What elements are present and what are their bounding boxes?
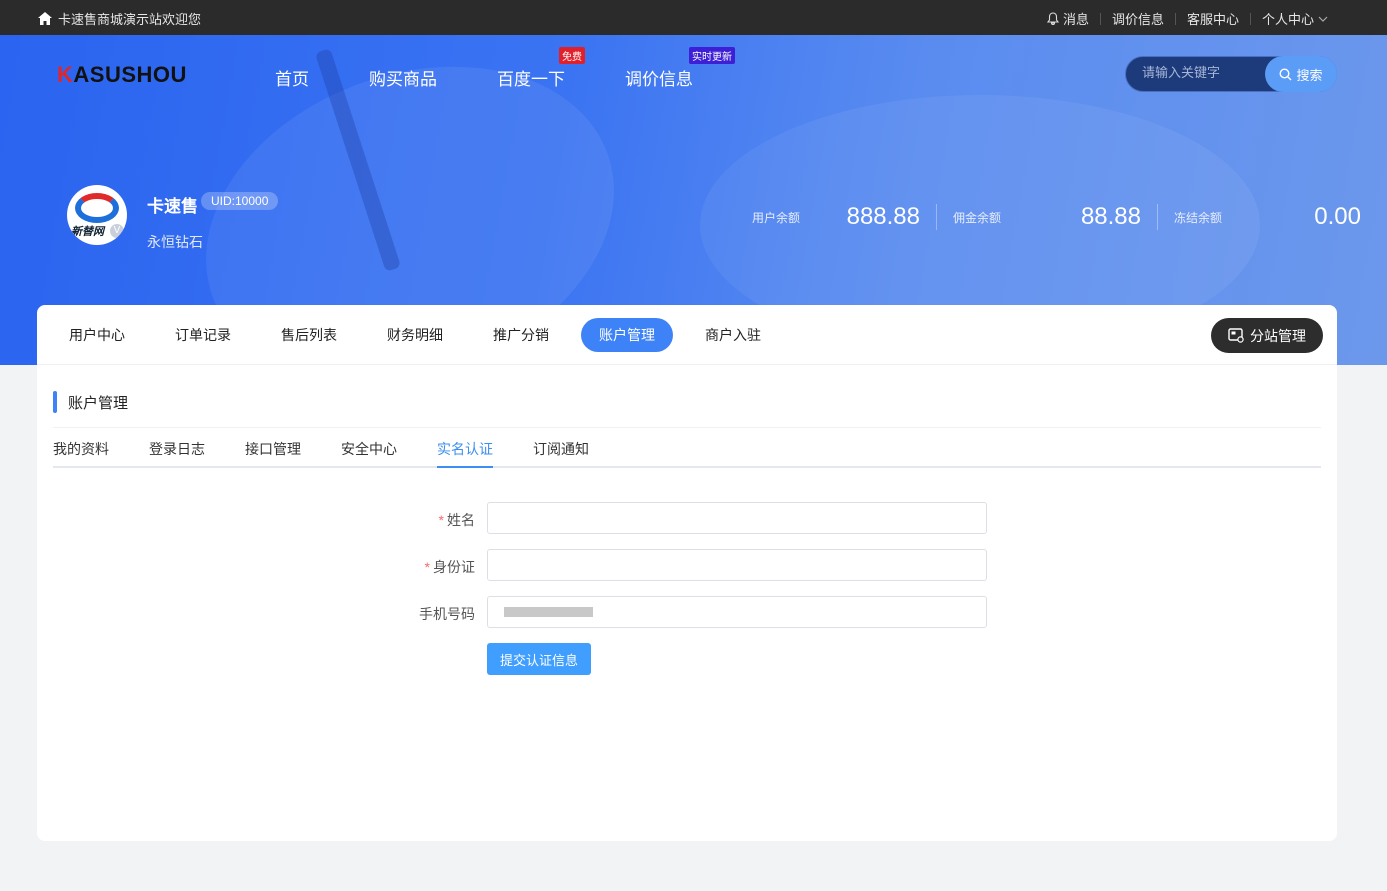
price-info-link[interactable]: 调价信息 [1101,9,1175,28]
subtab-profile[interactable]: 我的资料 [53,439,109,468]
live-update-badge: 实时更新 [689,47,735,64]
avatar[interactable]: 新替网 V [67,185,127,245]
service-center-label: 客服中心 [1186,12,1239,27]
masked-phone-value [504,607,593,617]
substation-button[interactable]: 分站管理 [1211,318,1323,353]
user-balance: 用户余额 888.88 [752,203,953,231]
site-logo[interactable]: KASUSHOU [57,62,187,88]
phone-label-text: 手机号码 [419,606,475,622]
submit-verification-button[interactable]: 提交认证信息 [487,643,591,675]
commission-balance: 佣金余额 88.88 [953,203,1174,231]
nav-price-info[interactable]: 调价信息 实时更新 [625,47,735,90]
divider [53,427,1321,428]
nav-label: 百度一下 [497,70,565,89]
top-links: 消息 调价信息 客服中心 个人中心 [1036,9,1339,28]
subtab-notifications[interactable]: 订阅通知 [533,439,589,468]
nav-home[interactable]: 首页 [275,65,309,90]
id-card-input[interactable] [487,549,987,581]
balance-value: 88.88 [1080,203,1141,230]
tab-promotion[interactable]: 推广分销 [475,318,567,352]
tab-merchant[interactable]: 商户入驻 [687,318,779,352]
subtab-security[interactable]: 安全中心 [341,439,397,468]
substation-label: 分站管理 [1250,327,1306,344]
personal-center-menu[interactable]: 个人中心 [1251,9,1339,28]
nav-label: 调价信息 [625,70,693,89]
balance-summary: 用户余额 888.88 佣金余额 88.88 冻结余额 0.00 [752,203,1361,231]
divider [1157,204,1158,230]
substation-icon [1228,328,1244,343]
name-label-text: 姓名 [447,512,475,528]
logo-text: ASUSHOU [73,62,187,87]
home-icon[interactable] [38,12,52,25]
avatar-text: 新替网 [71,226,104,238]
messages-link[interactable]: 消息 [1036,9,1100,28]
form-row-name: * 姓名 [37,502,1037,534]
nav-baidu[interactable]: 百度一下 免费 [497,47,585,90]
divider [936,204,937,230]
free-badge: 免费 [559,47,585,64]
name-input[interactable] [487,502,987,534]
title-accent-bar [53,391,57,413]
main-card: 用户中心 订单记录 售后列表 财务明细 推广分销 账户管理 商户入驻 分站管理 … [37,305,1337,841]
nav-label: 首页 [275,70,309,89]
section-title: 账户管理 [53,391,128,413]
form-row-id: * 身份证 [37,549,1037,581]
price-info-label: 调价信息 [1111,12,1164,27]
subtab-verification[interactable]: 实名认证 [437,439,493,468]
tab-orders[interactable]: 订单记录 [157,318,249,352]
messages-label: 消息 [1062,12,1089,27]
balance-label: 冻结余额 [1174,210,1223,225]
user-level: 永恒钻石 [147,234,203,250]
welcome-text: 卡速售商城演示站欢迎您 [58,12,202,27]
nav-buy[interactable]: 购买商品 [369,65,437,90]
subtab-api[interactable]: 接口管理 [245,439,301,468]
id-label: * 身份证 [424,559,475,575]
verified-icon: V [108,222,126,240]
tab-user-center[interactable]: 用户中心 [51,318,143,352]
search-icon [1279,67,1292,80]
avatar-logo-graphic [75,193,119,223]
search-box: 搜索 [1125,56,1337,92]
balance-label: 佣金余额 [953,210,1002,225]
user-name: 卡速售 [147,197,198,216]
chevron-down-icon [1318,16,1328,22]
service-center-link[interactable]: 客服中心 [1176,9,1250,28]
sub-tabs: 我的资料 登录日志 接口管理 安全中心 实名认证 订阅通知 [53,439,1321,468]
section-title-text: 账户管理 [68,394,129,412]
name-label: * 姓名 [438,512,475,528]
phone-label: 手机号码 [419,604,475,624]
search-input[interactable] [1142,65,1262,80]
search-button[interactable]: 搜索 [1265,56,1337,92]
bell-icon [1046,12,1059,25]
frozen-balance: 冻结余额 0.00 [1174,203,1361,231]
id-label-text: 身份证 [433,559,475,575]
welcome-area: 卡速售商城演示站欢迎您 [38,9,201,28]
subtab-login-log[interactable]: 登录日志 [149,439,205,468]
main-nav: 首页 购买商品 百度一下 免费 调价信息 实时更新 [275,47,753,90]
search-button-label: 搜索 [1296,67,1323,83]
form-row-phone: 手机号码 [37,596,1037,628]
uid-badge: UID:10000 [201,192,279,210]
nav-label: 购买商品 [369,70,437,89]
balance-label: 用户余额 [752,210,801,225]
tab-after-sales[interactable]: 售后列表 [263,318,355,352]
main-tabs: 用户中心 订单记录 售后列表 财务明细 推广分销 账户管理 商户入驻 分站管理 [37,305,1337,365]
balance-value: 0.00 [1314,203,1361,230]
personal-center-label: 个人中心 [1261,12,1314,27]
tab-finance[interactable]: 财务明细 [369,318,461,352]
balance-value: 888.88 [846,203,920,230]
tab-account[interactable]: 账户管理 [581,318,673,352]
phone-input[interactable] [487,596,987,628]
top-bar: 卡速售商城演示站欢迎您 消息 调价信息 客服中心 个人中心 [0,0,1387,35]
